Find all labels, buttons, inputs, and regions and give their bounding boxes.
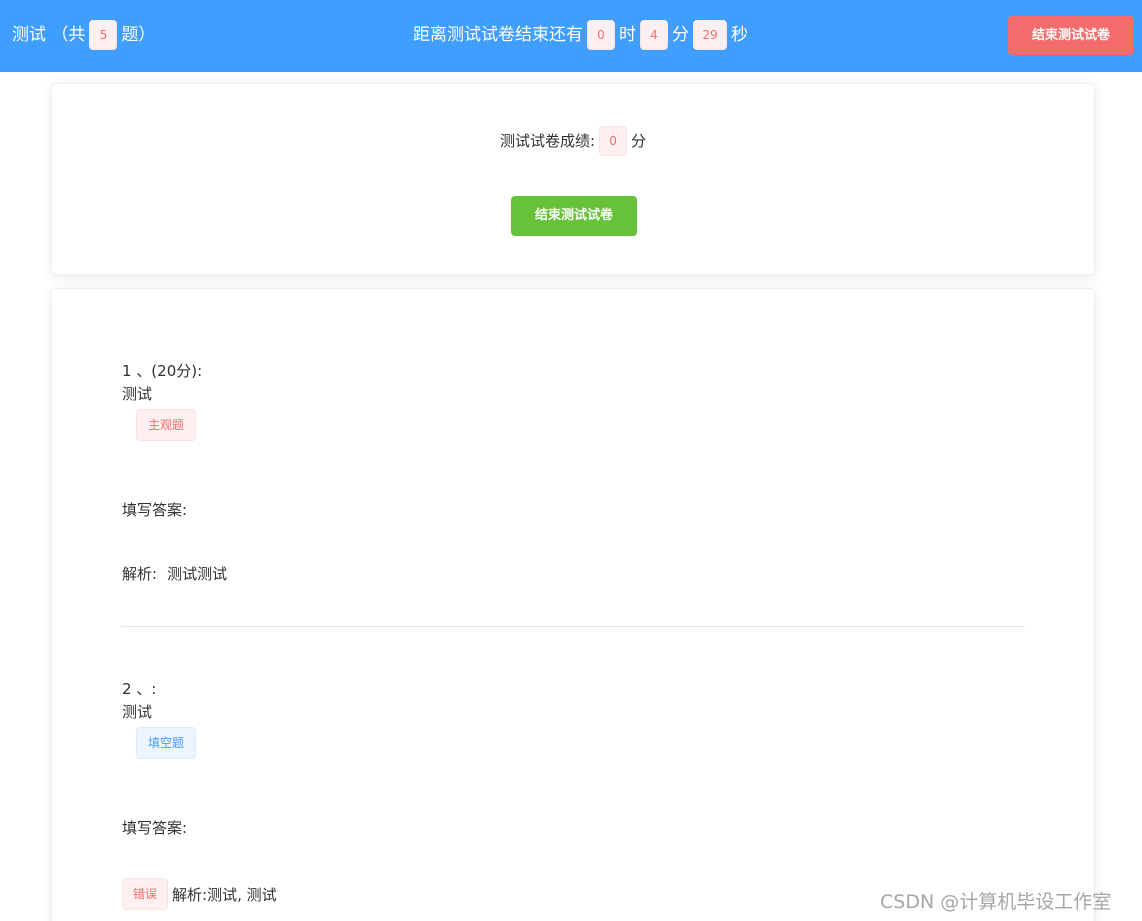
questions-card: 1 、(20分): 测试 主观题 填写答案: 解析: 测试测试 2 、: 测试 … — [51, 288, 1095, 921]
exam-title-prefix: 测试 （共 — [12, 25, 86, 45]
question-1: 1 、(20分): 测试 主观题 — [122, 360, 202, 441]
question-2-analysis-label: 解析: — [172, 885, 208, 904]
end-exam-button[interactable]: 结束测试试卷 — [511, 196, 637, 236]
question-2-analysis: 错误 解析: 测试, 测试 — [122, 878, 277, 910]
question-1-analysis: 解析: 测试测试 — [122, 563, 227, 584]
question-2-analysis-text: 测试, 测试 — [207, 885, 277, 904]
timer-minutes-unit: 分 — [672, 25, 689, 45]
question-1-header: 1 、(20分): — [122, 362, 203, 380]
question-2-header: 2 、: — [122, 680, 157, 698]
question-1-type-tag: 主观题 — [136, 409, 197, 441]
question-1-answer-label: 填写答案: — [122, 501, 188, 519]
question-2-answer-label: 填写答案: — [122, 819, 188, 837]
top-bar: 测试 （共 5 题） 距离测试试卷结束还有 0 时 4 分 29 秒 结束测试试… — [0, 0, 1142, 72]
timer-seconds: 29 — [693, 20, 727, 50]
score-card: 测试试卷成绩: 0 分 结束测试试卷 — [51, 83, 1095, 275]
question-count-badge: 5 — [89, 20, 118, 50]
question-2-type-tag: 填空题 — [136, 727, 197, 759]
timer-hours: 0 — [587, 20, 615, 50]
question-1-text: 测试 — [122, 385, 153, 403]
question-2: 2 、: 测试 填空题 — [122, 678, 197, 759]
end-exam-button-top[interactable]: 结束测试试卷 — [1008, 16, 1134, 55]
score-badge: 0 — [599, 126, 628, 156]
exam-title: 测试 （共 5 题） — [12, 20, 155, 50]
timer-seconds-unit: 秒 — [731, 25, 748, 45]
countdown-timer: 距离测试试卷结束还有 0 时 4 分 29 秒 — [413, 20, 748, 50]
score-unit: 分 — [631, 132, 647, 150]
score-line: 测试试卷成绩: 0 分 — [52, 126, 1094, 156]
csdn-watermark: CSDN @计算机毕设工作室 — [880, 891, 1112, 913]
timer-hours-unit: 时 — [619, 25, 636, 45]
question-1-analysis-text: 测试测试 — [167, 565, 228, 583]
exam-title-suffix: 题） — [121, 25, 156, 45]
score-label: 测试试卷成绩: — [499, 132, 596, 150]
timer-minutes: 4 — [640, 20, 668, 50]
question-divider — [121, 626, 1025, 627]
question-1-analysis-label: 解析: — [122, 565, 158, 583]
timer-prefix: 距离测试试卷结束还有 — [413, 25, 583, 45]
question-2-result-tag: 错误 — [122, 878, 169, 910]
question-2-text: 测试 — [122, 703, 153, 721]
